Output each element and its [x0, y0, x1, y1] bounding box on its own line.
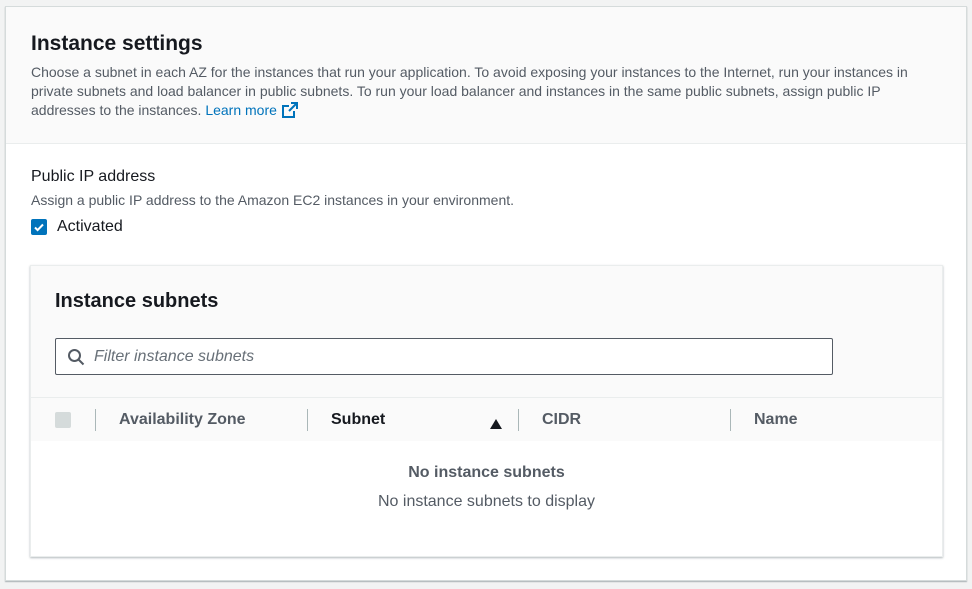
- column-header-name[interactable]: Name: [730, 398, 942, 441]
- activated-checkbox-label[interactable]: Activated: [57, 218, 123, 236]
- public-ip-description: Assign a public IP address to the Amazon…: [31, 192, 515, 208]
- public-ip-field: Public IP address Assign a public IP add…: [31, 167, 514, 236]
- column-header-availability-zone[interactable]: Availability Zone: [95, 398, 307, 441]
- instance-settings-description-text: Choose a subnet in each AZ for the insta…: [31, 64, 908, 118]
- learn-more-label: Learn more: [205, 102, 277, 118]
- instance-settings-panel: Instance settings Choose a subnet in eac…: [5, 6, 967, 581]
- activated-checkbox[interactable]: [31, 219, 47, 235]
- sort-ascending-icon: [490, 416, 502, 434]
- empty-state-title: No instance subnets: [408, 464, 565, 481]
- instance-settings-title: Instance settings: [31, 32, 203, 55]
- public-ip-label: Public IP address: [31, 168, 156, 185]
- search-icon: [67, 348, 85, 366]
- instance-settings-header: Instance settings Choose a subnet in eac…: [6, 7, 966, 144]
- column-header-subnet[interactable]: Subnet: [307, 398, 518, 441]
- empty-state-description: No instance subnets to display: [377, 493, 595, 510]
- instance-subnets-title: Instance subnets: [55, 290, 219, 312]
- external-link-icon: [281, 101, 299, 124]
- instance-subnets-table: Instance subnets Availability Zone Subne…: [30, 265, 943, 557]
- filter-instance-subnets[interactable]: [55, 338, 833, 375]
- column-header-subnet-label: Subnet: [331, 410, 386, 428]
- column-header-cidr[interactable]: CIDR: [518, 398, 730, 441]
- public-ip-checkbox-row[interactable]: Activated: [31, 218, 514, 236]
- select-all-checkbox[interactable]: [55, 411, 71, 428]
- instance-settings-description: Choose a subnet in each AZ for the insta…: [31, 63, 941, 124]
- filter-instance-subnets-input[interactable]: [94, 347, 794, 366]
- empty-state: No instance subnets No instance subnets …: [31, 442, 942, 511]
- learn-more-link[interactable]: Learn more: [205, 102, 299, 118]
- checkmark-icon: [34, 223, 44, 232]
- instance-subnets-header: Instance subnets Availability Zone Subne…: [31, 266, 942, 441]
- table-header-row: Availability Zone Subnet CIDR Name: [31, 397, 942, 441]
- select-all-cell: [31, 398, 95, 441]
